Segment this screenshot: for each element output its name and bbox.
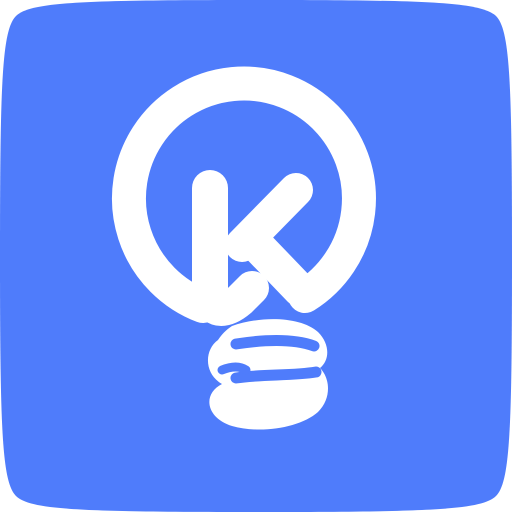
thread-line-1 bbox=[230, 335, 320, 352]
thread-notch bbox=[217, 362, 251, 375]
k-stem-join bbox=[193, 271, 269, 326]
app-icon[interactable] bbox=[0, 0, 512, 512]
app-icon-canvas bbox=[0, 0, 512, 512]
bulb-base bbox=[207, 319, 328, 430]
